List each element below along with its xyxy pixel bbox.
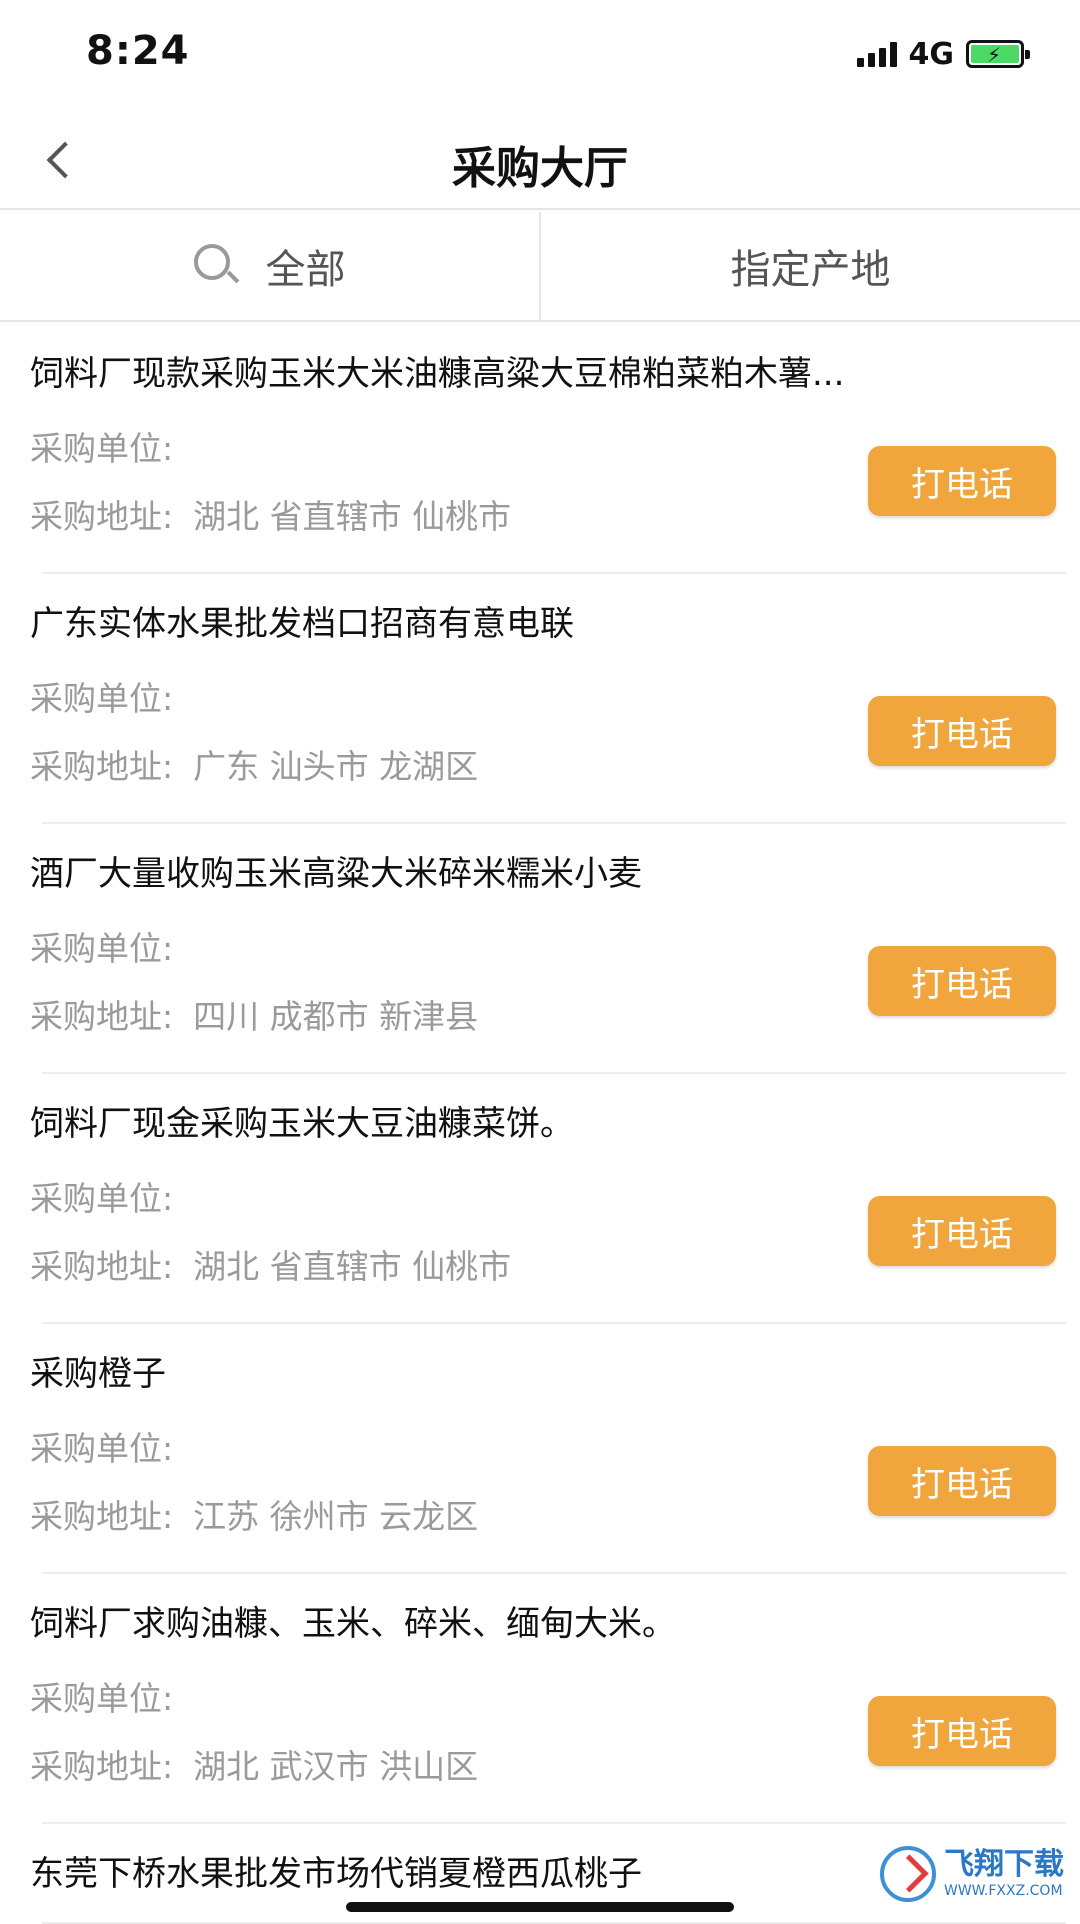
battery-charging-icon: ⚡ (966, 40, 1030, 68)
navigation-bar: 采购大厅 (0, 110, 1080, 210)
item-title: 酒厂大量收购玉米高粱大米碎米糯米小麦 (30, 854, 642, 894)
filter-all-tab[interactable]: 全部 (0, 212, 539, 320)
item-address: 采购地址: 湖北 省直辖市 仙桃市 (30, 1240, 511, 1288)
item-address: 采购地址: 四川 成都市 新津县 (30, 990, 478, 1038)
home-indicator[interactable] (346, 1902, 734, 1912)
call-button[interactable]: 打电话 (868, 696, 1056, 766)
item-address: 采购地址: 湖北 省直辖市 仙桃市 (30, 490, 511, 538)
item-address: 采购地址: 广东 汕头市 龙湖区 (30, 740, 478, 788)
status-bar: 8:24 4G ⚡ (0, 0, 1080, 110)
address-label: 采购地址: (30, 497, 174, 536)
address-value: 四川 成都市 新津县 (193, 997, 479, 1036)
watermark: 飞翔下载 WWW.FXXZ.COM (880, 1838, 1064, 1910)
status-time: 8:24 (86, 28, 190, 74)
filter-bar: 全部 指定产地 (0, 212, 1080, 322)
filter-all-label: 全部 (265, 247, 346, 293)
page-title: 采购大厅 (452, 143, 628, 194)
purchase-list: 饲料厂现款采购玉米大米油糠高粱大豆棉粕菜粕木薯... 采购单位: 采购地址: 湖北… (0, 324, 1080, 1924)
list-item[interactable]: 酒厂大量收购玉米高粱大米碎米糯米小麦 采购单位: 采购地址: 四川 成都市 新津县… (0, 824, 1080, 1074)
watermark-main: 飞翔下载 (944, 1847, 1064, 1882)
item-unit: 采购单位: (30, 1422, 193, 1470)
address-value: 湖北 省直辖市 仙桃市 (193, 1247, 512, 1286)
item-title: 饲料厂现款采购玉米大米油糠高粱大豆棉粕菜粕木薯... (30, 354, 845, 394)
item-title: 广东实体水果批发档口招商有意电联 (30, 604, 574, 644)
call-button[interactable]: 打电话 (868, 946, 1056, 1016)
unit-label: 采购单位: (30, 1179, 174, 1218)
item-unit: 采购单位: (30, 422, 193, 470)
call-button[interactable]: 打电话 (868, 1196, 1056, 1266)
unit-label: 采购单位: (30, 1429, 174, 1468)
list-item[interactable]: 饲料厂现款采购玉米大米油糠高粱大豆棉粕菜粕木薯... 采购单位: 采购地址: 湖北… (0, 324, 1080, 574)
watermark-logo-icon (880, 1846, 936, 1902)
filter-origin-tab[interactable]: 指定产地 (539, 212, 1080, 320)
list-item[interactable]: 广东实体水果批发档口招商有意电联 采购单位: 采购地址: 广东 汕头市 龙湖区 打… (0, 574, 1080, 824)
status-indicators: 4G ⚡ (856, 34, 1030, 74)
address-value: 江苏 徐州市 云龙区 (193, 1497, 479, 1536)
item-unit: 采购单位: (30, 922, 193, 970)
address-label: 采购地址: (30, 1497, 174, 1536)
list-item[interactable]: 饲料厂求购油糠、玉米、碎米、缅甸大米。 采购单位: 采购地址: 湖北 武汉市 洪山… (0, 1574, 1080, 1824)
item-address: 采购地址: 湖北 武汉市 洪山区 (30, 1740, 478, 1788)
unit-label: 采购单位: (30, 1679, 174, 1718)
address-label: 采购地址: (30, 997, 174, 1036)
unit-label: 采购单位: (30, 679, 174, 718)
call-button[interactable]: 打电话 (868, 446, 1056, 516)
address-value: 湖北 省直辖市 仙桃市 (193, 497, 512, 536)
filter-origin-label: 指定产地 (730, 247, 891, 293)
item-unit: 采购单位: (30, 1672, 193, 1720)
signal-bars-icon (856, 41, 897, 67)
network-type: 4G (908, 36, 955, 72)
call-button[interactable]: 打电话 (868, 1696, 1056, 1766)
list-item[interactable]: 采购橙子 采购单位: 采购地址: 江苏 徐州市 云龙区 打电话 (0, 1324, 1080, 1574)
unit-label: 采购单位: (30, 429, 174, 468)
watermark-sub: WWW.FXXZ.COM (944, 1883, 1063, 1899)
unit-label: 采购单位: (30, 929, 174, 968)
call-button[interactable]: 打电话 (868, 1446, 1056, 1516)
item-unit: 采购单位: (30, 672, 193, 720)
item-title: 饲料厂求购油糠、玉米、碎米、缅甸大米。 (30, 1604, 676, 1644)
address-value: 广东 汕头市 龙湖区 (193, 747, 479, 786)
address-label: 采购地址: (30, 747, 174, 786)
search-icon (193, 244, 239, 288)
item-title: 饲料厂现金采购玉米大豆油糠菜饼。 (30, 1104, 574, 1144)
address-label: 采购地址: (30, 1747, 174, 1786)
item-title: 东莞下桥水果批发市场代销夏橙西瓜桃子 (30, 1854, 642, 1894)
item-unit: 采购单位: (30, 1172, 193, 1220)
address-label: 采购地址: (30, 1247, 174, 1286)
item-title: 采购橙子 (30, 1354, 166, 1394)
item-address: 采购地址: 江苏 徐州市 云龙区 (30, 1490, 478, 1538)
address-value: 湖北 武汉市 洪山区 (193, 1747, 479, 1786)
list-item[interactable]: 饲料厂现金采购玉米大豆油糠菜饼。 采购单位: 采购地址: 湖北 省直辖市 仙桃市 … (0, 1074, 1080, 1324)
